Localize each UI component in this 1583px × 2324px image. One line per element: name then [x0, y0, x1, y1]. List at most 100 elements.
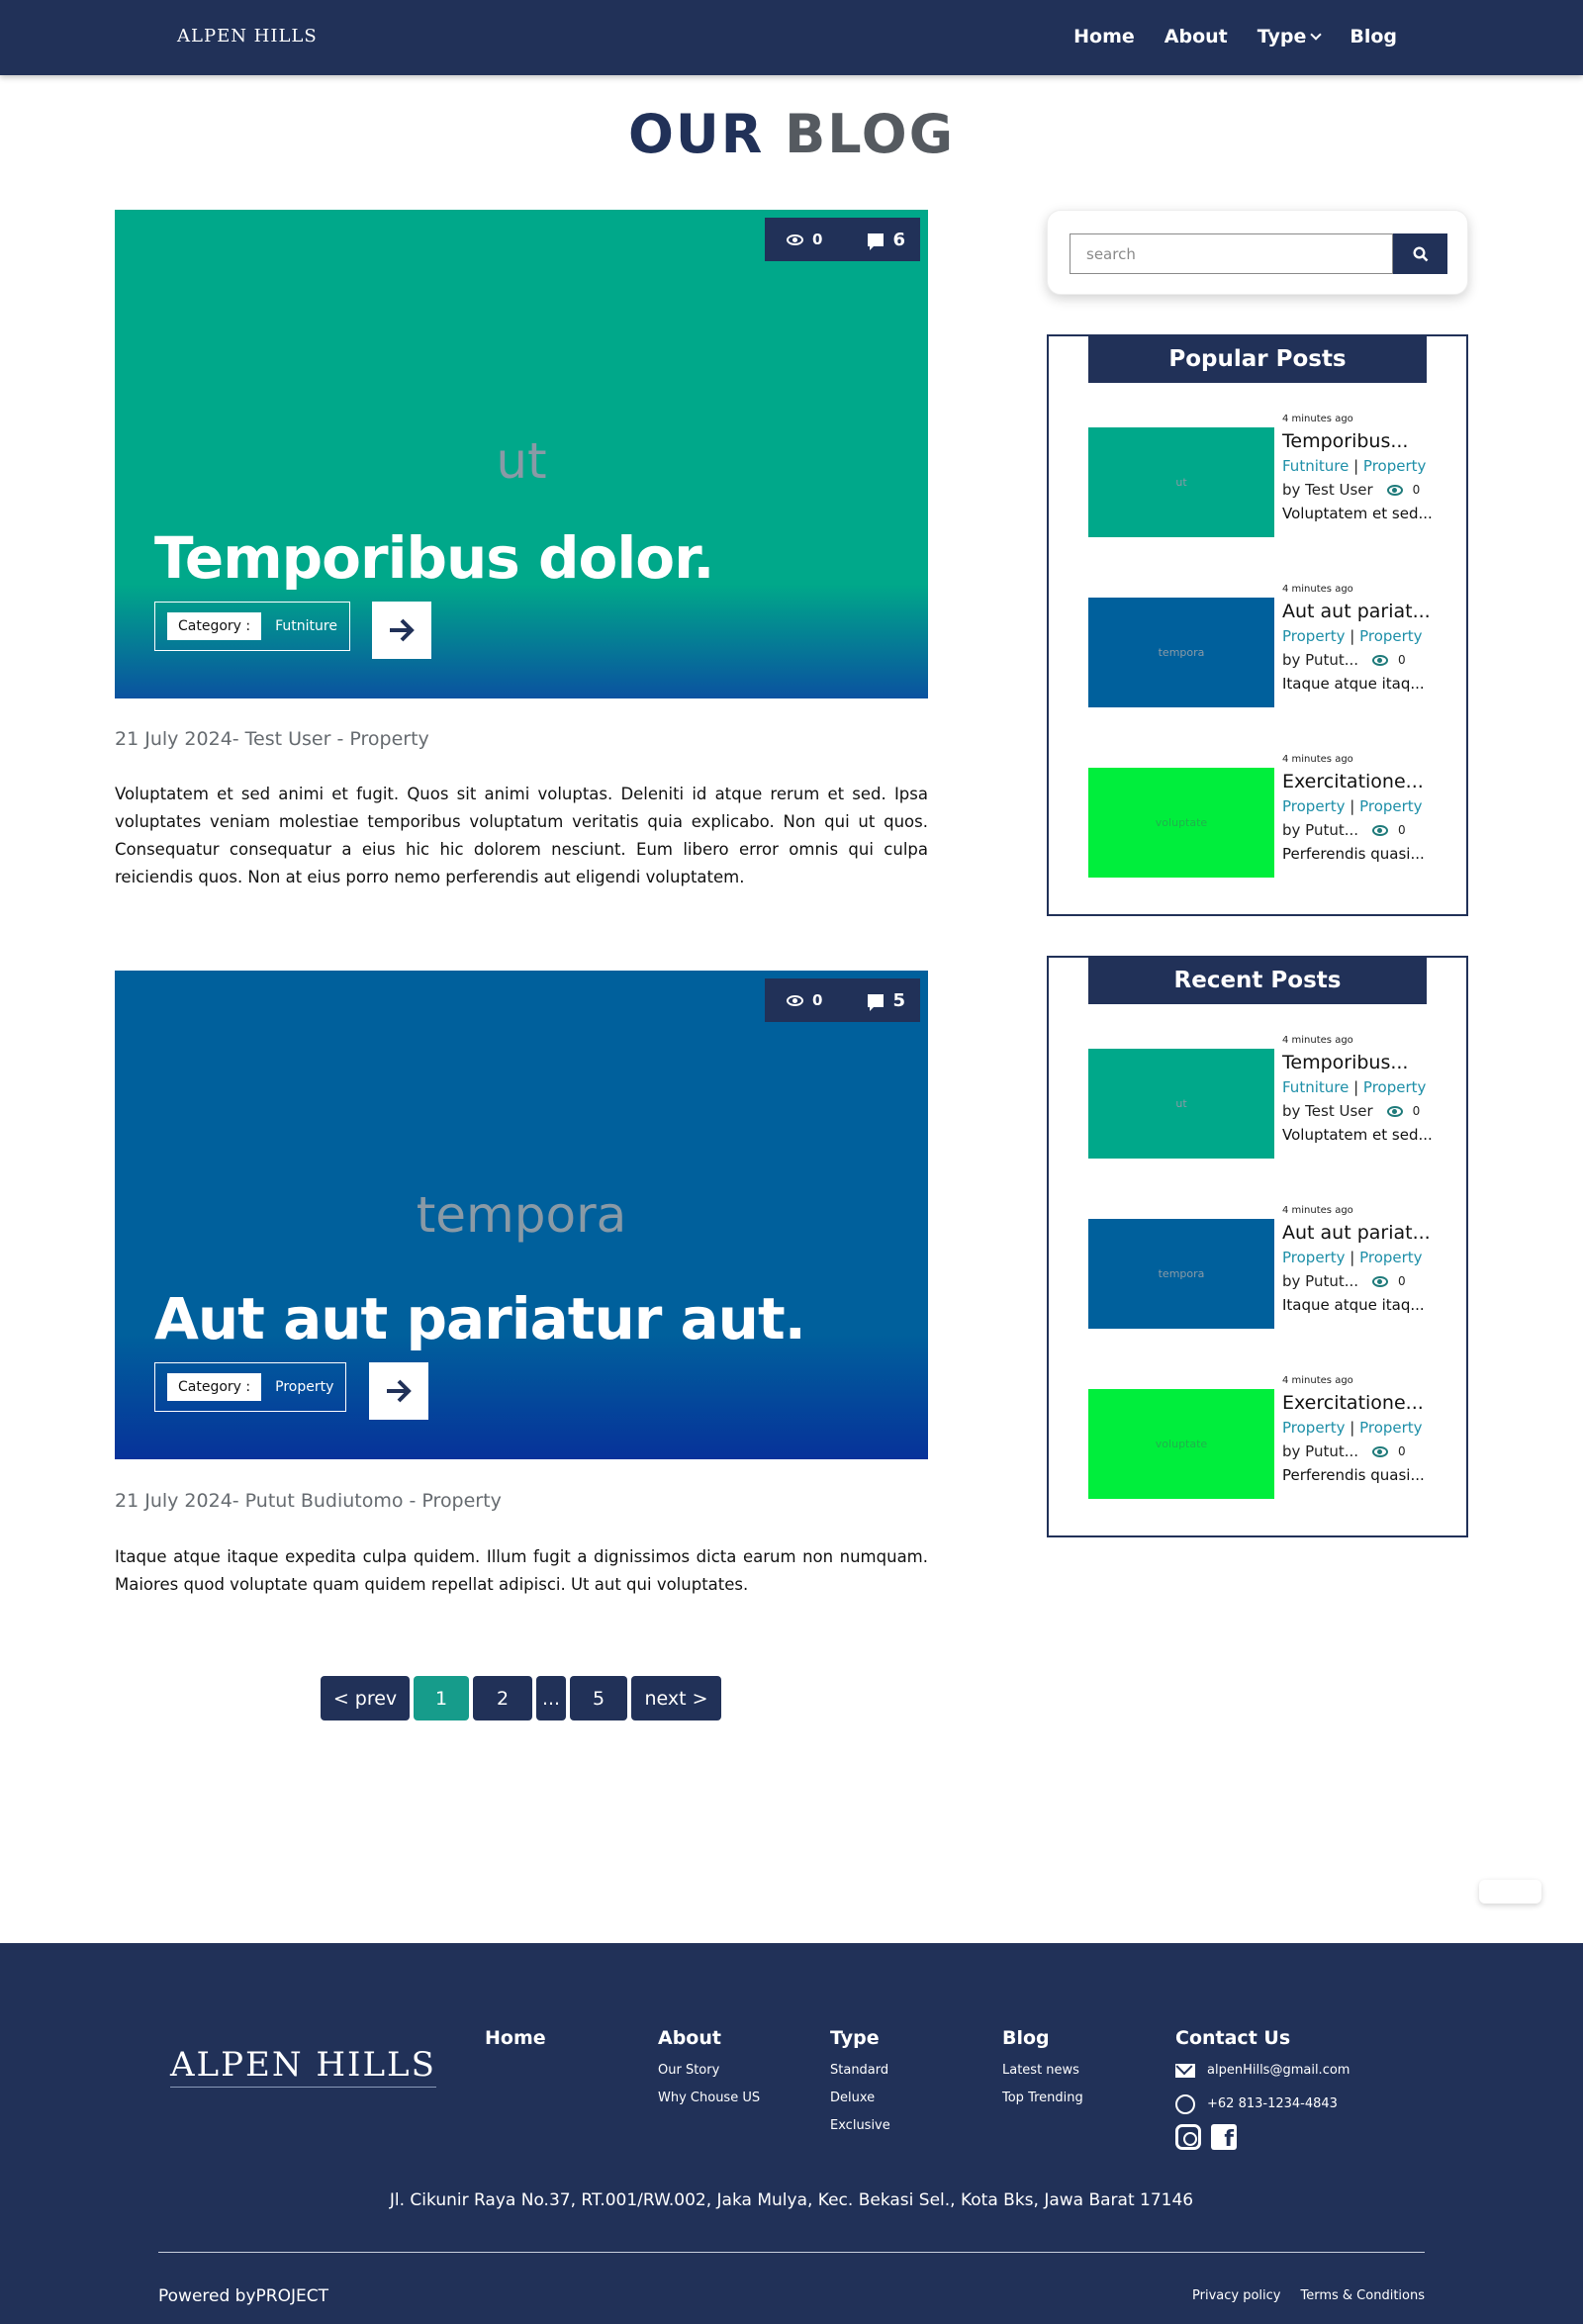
post-author-row: by Putut... 0	[1282, 821, 1431, 839]
post-time: 4 minutes ago	[1282, 1035, 1353, 1046]
footer-link[interactable]: Exclusive	[830, 2112, 890, 2140]
post-author: by Putut...	[1282, 1272, 1359, 1290]
post-excerpt: Itaque atque itaq...	[1282, 675, 1425, 693]
search-button[interactable]	[1393, 233, 1447, 274]
pagination: < prev 1 2 ... 5 next >	[321, 1676, 721, 1720]
post-time: 4 minutes ago	[1282, 584, 1353, 595]
main-nav: Home About Type Blog	[1073, 26, 1397, 47]
eye-icon	[1372, 654, 1389, 666]
post-title[interactable]: Aut aut pariatur aut.	[154, 1285, 806, 1352]
views-count: 0	[1398, 823, 1406, 837]
list-item[interactable]: ut 4 minutes ago Temporibus... Futniture…	[1088, 1035, 1433, 1159]
post-title[interactable]: Aut aut pariat...	[1282, 1222, 1431, 1244]
post-author-row: by Test User 0	[1282, 1102, 1431, 1120]
list-item[interactable]: voluptate 4 minutes ago Exercitatione...…	[1088, 754, 1431, 878]
views-count: 0	[1412, 483, 1421, 497]
post-title[interactable]: Exercitatione...	[1282, 1392, 1431, 1414]
footer-about-heading[interactable]: About	[658, 2027, 760, 2049]
footer-link[interactable]: Why Chouse US	[658, 2085, 760, 2112]
category-value[interactable]: Futniture	[275, 618, 337, 634]
footer-link[interactable]: Latest news	[1002, 2057, 1083, 2085]
hero-gradient	[115, 491, 928, 698]
post-excerpt: Voluptatem et sed animi et fugit. Quos s…	[115, 785, 928, 886]
post-title[interactable]: Temporibus...	[1282, 1052, 1431, 1073]
category-link[interactable]: Property	[1363, 457, 1426, 475]
privacy-policy-link[interactable]: Privacy policy	[1192, 2288, 1280, 2303]
post-meta: 21 July 2024- Putut Budiutomo - Property	[115, 1490, 502, 1512]
contact-email[interactable]: alpenHills@gmail.com	[1175, 2057, 1350, 2085]
post-time: 4 minutes ago	[1282, 414, 1353, 424]
post-categories: Property | Property	[1282, 627, 1423, 645]
category-link[interactable]: Property	[1282, 797, 1345, 815]
post-thumbnail[interactable]: ut	[1088, 1049, 1274, 1159]
list-item[interactable]: voluptate 4 minutes ago Exercitatione...…	[1088, 1375, 1431, 1499]
post-card-hero[interactable]: ut 0 6 Temporibus dolor. Category : Futn…	[115, 210, 928, 698]
category-link[interactable]: Property	[1282, 627, 1345, 645]
footer-col-about: About Our Story Why Chouse US	[658, 2027, 760, 2112]
post-thumbnail[interactable]: voluptate	[1088, 1389, 1274, 1499]
post-title[interactable]: Aut aut pariat...	[1282, 601, 1431, 622]
page-button-1[interactable]: 1	[414, 1676, 469, 1720]
post-categories: Futniture | Property	[1282, 457, 1427, 475]
list-item[interactable]: tempora 4 minutes ago Aut aut pariat... …	[1088, 1205, 1431, 1329]
category-value[interactable]: Property	[275, 1379, 333, 1395]
views-stat: 0	[787, 991, 822, 1009]
post-thumbnail[interactable]: tempora	[1088, 1219, 1274, 1329]
instagram-icon[interactable]	[1175, 2124, 1201, 2150]
page-button-2[interactable]: 2	[473, 1676, 532, 1720]
post-card-hero[interactable]: tempora 0 5 Aut aut pariatur aut. Catego…	[115, 971, 928, 1459]
terms-link[interactable]: Terms & Conditions	[1301, 2288, 1426, 2303]
read-more-button[interactable]	[372, 602, 431, 659]
footer-brand-logo[interactable]: ALPEN HILLS	[170, 2045, 436, 2088]
category-link[interactable]: Property	[1363, 1078, 1426, 1096]
post-thumbnail[interactable]: ut	[1088, 427, 1274, 537]
footer-blog-heading[interactable]: Blog	[1002, 2027, 1083, 2049]
nav-about[interactable]: About	[1164, 26, 1228, 47]
category-link[interactable]: Futniture	[1282, 457, 1349, 475]
post-author-row: by Putut... 0	[1282, 1272, 1431, 1290]
category-link[interactable]: Futniture	[1282, 1078, 1349, 1096]
post-excerpt: Itaque atque itaq...	[1282, 1296, 1425, 1314]
page-title: OUR BLOG	[0, 103, 1583, 165]
post-title[interactable]: Exercitatione...	[1282, 771, 1431, 792]
footer-link[interactable]: Top Trending	[1002, 2085, 1083, 2112]
footer-link[interactable]: Deluxe	[830, 2085, 890, 2112]
post-title[interactable]: Temporibus dolor.	[154, 524, 714, 592]
post-categories: Property | Property	[1282, 1419, 1423, 1437]
footer-type-heading[interactable]: Type	[830, 2027, 890, 2049]
post-title[interactable]: Temporibus...	[1282, 430, 1431, 452]
prev-page-button[interactable]: < prev	[321, 1676, 410, 1720]
category-link[interactable]: Property	[1282, 1249, 1345, 1266]
search-input[interactable]	[1070, 233, 1393, 274]
next-page-button[interactable]: next >	[631, 1676, 721, 1720]
whatsapp-icon	[1175, 2094, 1195, 2114]
list-item[interactable]: tempora 4 minutes ago Aut aut pariat... …	[1088, 584, 1431, 707]
nav-type[interactable]: Type	[1257, 26, 1323, 47]
nav-blog[interactable]: Blog	[1350, 26, 1397, 47]
category-link[interactable]: Property	[1359, 1419, 1422, 1437]
category-link[interactable]: Property	[1359, 1249, 1422, 1266]
post-categories: Property | Property	[1282, 797, 1423, 815]
widget-heading: Recent Posts	[1088, 956, 1427, 1004]
footer-link[interactable]: Our Story	[658, 2057, 760, 2085]
page-title-blog: BLOG	[785, 103, 956, 165]
post-thumbnail[interactable]: tempora	[1088, 598, 1274, 707]
category-link[interactable]: Property	[1282, 1419, 1345, 1437]
comments-stat: 5	[868, 990, 905, 1011]
footer-home-link[interactable]: Home	[485, 2027, 546, 2049]
nav-home[interactable]: Home	[1073, 26, 1135, 47]
page-button-5[interactable]: 5	[570, 1676, 627, 1720]
footer-link[interactable]: Standard	[830, 2057, 890, 2085]
post-author: by Putut...	[1282, 821, 1359, 839]
eye-icon	[787, 994, 803, 1006]
post-thumbnail[interactable]: voluptate	[1088, 768, 1274, 878]
post-stats: 0 6	[765, 218, 920, 261]
brand-logo[interactable]: ALPEN HILLS	[177, 26, 318, 46]
read-more-button[interactable]	[369, 1362, 428, 1420]
floating-button[interactable]	[1479, 1880, 1541, 1904]
contact-phone[interactable]: +62 813-1234-4843	[1175, 2091, 1350, 2118]
category-link[interactable]: Property	[1359, 797, 1422, 815]
facebook-icon[interactable]	[1211, 2124, 1237, 2152]
list-item[interactable]: ut 4 minutes ago Temporibus... Futniture…	[1088, 414, 1433, 537]
category-link[interactable]: Property	[1359, 627, 1422, 645]
